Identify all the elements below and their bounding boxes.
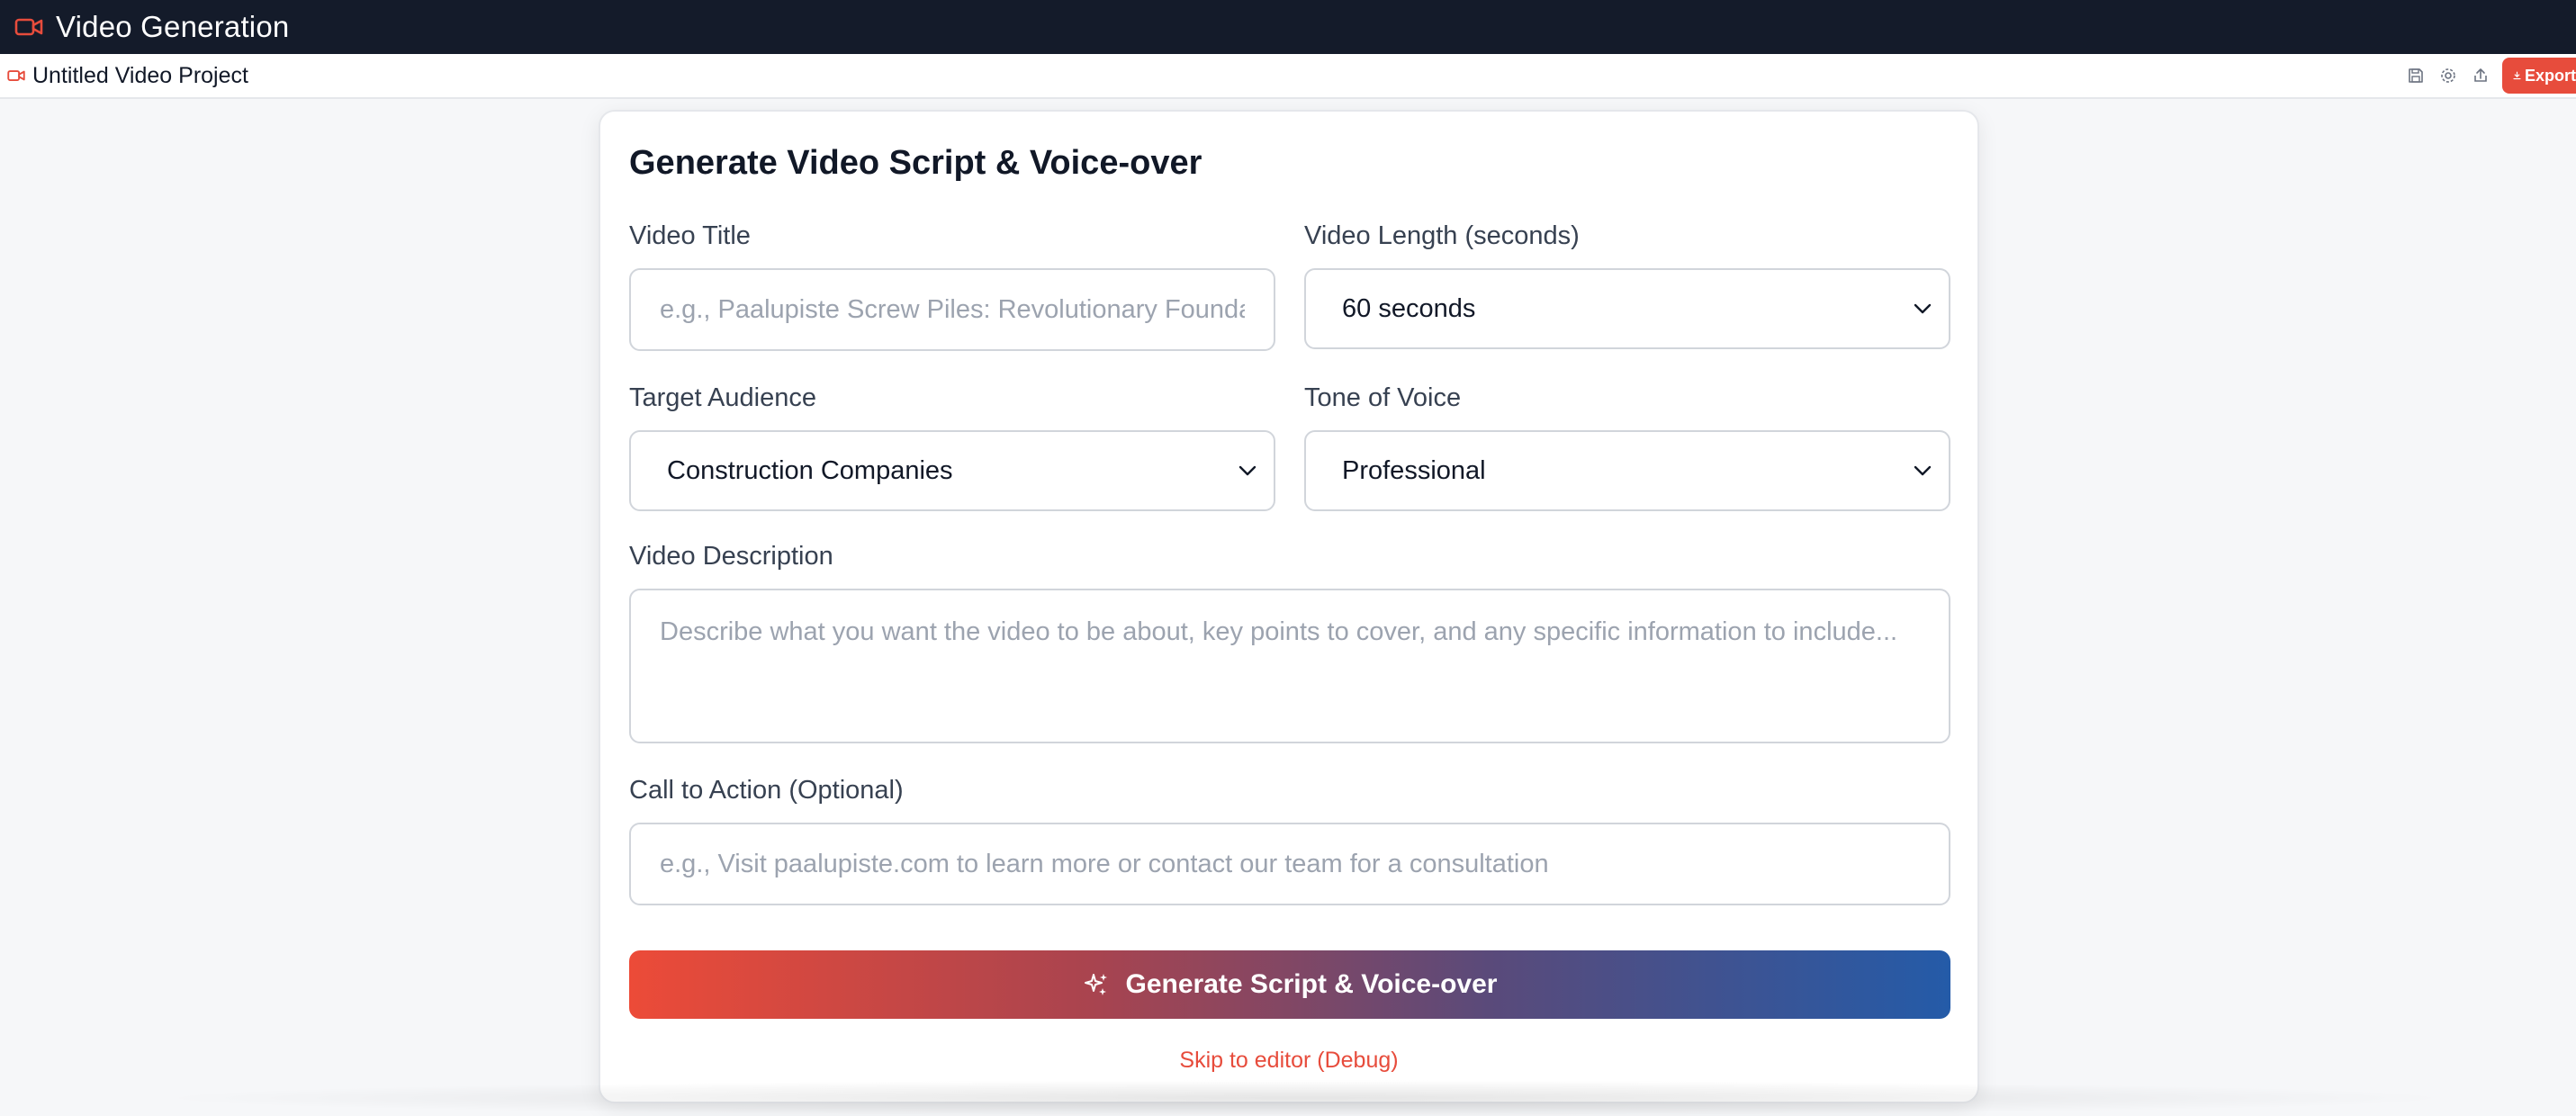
sparkles-icon bbox=[1084, 974, 1107, 995]
video-length-label: Video Length (seconds) bbox=[1304, 221, 1580, 250]
target-audience-label: Target Audience bbox=[629, 383, 816, 412]
video-camera-icon bbox=[7, 68, 27, 83]
chevron-down-icon bbox=[1238, 465, 1256, 476]
export-button[interactable]: Export bbox=[2502, 58, 2576, 94]
app-title: Video Generation bbox=[56, 10, 290, 43]
project-bar: Untitled Video Project Export bbox=[0, 54, 2576, 99]
generate-form-card: Generate Video Script & Voice-over Video… bbox=[599, 110, 1979, 1103]
tone-select[interactable]: Professional bbox=[1304, 430, 1950, 511]
description-label: Video Description bbox=[629, 542, 833, 571]
download-icon bbox=[2513, 71, 2521, 80]
tone-value: Professional bbox=[1342, 455, 1486, 485]
description-textarea[interactable] bbox=[629, 589, 1950, 743]
form-heading: Generate Video Script & Voice-over bbox=[629, 144, 1202, 182]
skip-to-editor-link[interactable]: Skip to editor (Debug) bbox=[600, 1048, 1977, 1074]
chevron-down-icon bbox=[1914, 303, 1932, 314]
tone-label: Tone of Voice bbox=[1304, 383, 1462, 412]
gear-icon[interactable] bbox=[2432, 59, 2464, 92]
video-title-input[interactable] bbox=[629, 268, 1275, 351]
save-icon[interactable] bbox=[2400, 59, 2432, 92]
cta-label: Call to Action (Optional) bbox=[629, 776, 904, 805]
video-length-select[interactable]: 60 seconds bbox=[1304, 268, 1950, 349]
project-name[interactable]: Untitled Video Project bbox=[32, 63, 248, 89]
chevron-down-icon bbox=[1914, 465, 1932, 476]
share-icon[interactable] bbox=[2464, 59, 2497, 92]
bottom-shadow bbox=[144, 1080, 2466, 1116]
cta-input[interactable] bbox=[629, 823, 1950, 905]
target-audience-select[interactable]: Construction Companies bbox=[629, 430, 1275, 511]
generate-button[interactable]: Generate Script & Voice-over bbox=[629, 950, 1950, 1019]
project-toolbar: Export bbox=[2400, 54, 2576, 97]
video-camera-icon bbox=[14, 16, 45, 38]
video-title-label: Video Title bbox=[629, 221, 751, 250]
app-header: Video Generation bbox=[0, 0, 2576, 54]
video-length-value: 60 seconds bbox=[1342, 293, 1476, 323]
target-audience-value: Construction Companies bbox=[667, 455, 953, 485]
export-label: Export bbox=[2524, 66, 2576, 85]
generate-label: Generate Script & Voice-over bbox=[1125, 969, 1498, 999]
